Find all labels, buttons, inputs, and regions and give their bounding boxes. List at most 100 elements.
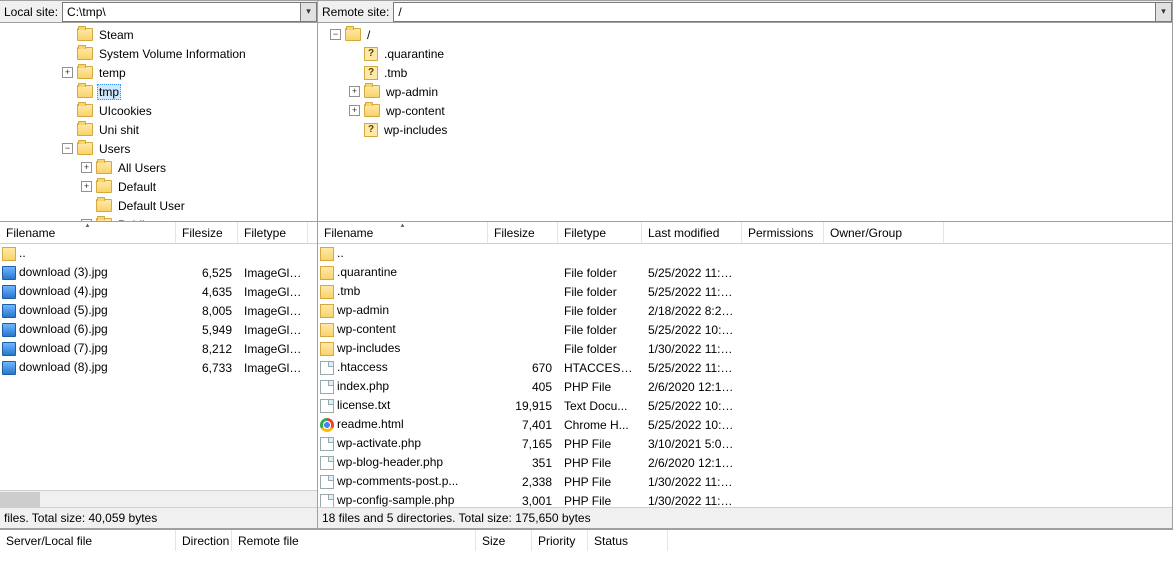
tree-item[interactable]: +All Users xyxy=(4,158,317,177)
list-item[interactable]: .quarantineFile folder5/25/2022 11:0... xyxy=(318,263,1172,282)
list-item[interactable]: download (3).jpg6,525ImageGlass xyxy=(0,263,317,282)
list-item[interactable]: .. xyxy=(0,244,317,263)
cell-type: PHP File xyxy=(558,437,642,451)
tree-item[interactable]: tmp xyxy=(4,82,317,101)
filename: wp-content xyxy=(337,322,396,336)
filename: wp-config-sample.php xyxy=(337,493,454,507)
expand-toggle[interactable]: + xyxy=(62,67,73,78)
tree-item[interactable]: +Default xyxy=(4,177,317,196)
list-item[interactable]: .htaccess670HTACCESS ...5/25/2022 11:2..… xyxy=(318,358,1172,377)
column-header[interactable]: Filetype xyxy=(558,222,642,243)
column-header[interactable]: Filename▴ xyxy=(0,222,176,243)
list-item[interactable]: wp-comments-post.p...2,338PHP File1/30/2… xyxy=(318,472,1172,491)
remote-path-combo[interactable]: ▾ xyxy=(393,2,1172,22)
list-item[interactable]: index.php405PHP File2/6/2020 12:18:... xyxy=(318,377,1172,396)
collapse-toggle[interactable]: − xyxy=(62,143,73,154)
list-item[interactable]: download (7).jpg8,212ImageGlass xyxy=(0,339,317,358)
chevron-down-icon: ▾ xyxy=(306,6,311,17)
remote-list: Filename▴FilesizeFiletypeLast modifiedPe… xyxy=(318,222,1173,528)
column-header[interactable]: Filename▴ xyxy=(318,222,488,243)
cell-type: HTACCESS ... xyxy=(558,361,642,375)
list-item[interactable]: wp-adminFile folder2/18/2022 8:26:... xyxy=(318,301,1172,320)
cell-type: PHP File xyxy=(558,475,642,489)
tree-item[interactable]: ?.tmb xyxy=(322,63,1172,82)
expand-toggle[interactable]: + xyxy=(349,86,360,97)
tree-item-label: temp xyxy=(97,66,128,80)
list-item[interactable]: wp-blog-header.php351PHP File2/6/2020 12… xyxy=(318,453,1172,472)
tree-item[interactable]: + temp xyxy=(4,63,317,82)
local-list-header[interactable]: Filename▴FilesizeFiletype xyxy=(0,222,317,244)
local-path-input[interactable] xyxy=(63,5,300,19)
expand-toggle[interactable]: + xyxy=(81,162,92,173)
column-header[interactable]: Priority xyxy=(532,530,588,551)
local-path-dropdown[interactable]: ▾ xyxy=(300,3,316,21)
collapse-toggle[interactable]: − xyxy=(330,29,341,40)
file-icon xyxy=(320,399,334,413)
cell-name: wp-activate.php xyxy=(318,436,488,451)
folder-icon xyxy=(96,161,112,174)
column-header[interactable]: Filesize xyxy=(176,222,238,243)
local-list-body[interactable]: ..download (3).jpg6,525ImageGlassdownloa… xyxy=(0,244,317,490)
tree-item[interactable]: Steam xyxy=(4,25,317,44)
column-header[interactable]: Size xyxy=(476,530,532,551)
column-header[interactable]: Direction xyxy=(176,530,232,551)
list-item[interactable]: wp-includesFile folder1/30/2022 11:2... xyxy=(318,339,1172,358)
remote-list-body[interactable]: ...quarantineFile folder5/25/2022 11:0..… xyxy=(318,244,1172,507)
remote-list-header[interactable]: Filename▴FilesizeFiletypeLast modifiedPe… xyxy=(318,222,1172,244)
local-path-combo[interactable]: ▾ xyxy=(62,2,317,22)
column-header[interactable]: Permissions xyxy=(742,222,824,243)
list-item[interactable]: download (6).jpg5,949ImageGlass xyxy=(0,320,317,339)
tree-item[interactable]: +wp-admin xyxy=(322,82,1172,101)
column-header[interactable]: Server/Local file xyxy=(0,530,176,551)
list-item[interactable]: download (4).jpg4,635ImageGlass xyxy=(0,282,317,301)
queue-header[interactable]: Server/Local fileDirectionRemote fileSiz… xyxy=(0,529,1173,551)
scrollbar-thumb[interactable] xyxy=(0,492,40,507)
tree-item[interactable]: +Public xyxy=(4,215,317,221)
tree-item-label: Public xyxy=(116,218,153,222)
list-item[interactable]: download (8).jpg6,733ImageGlass xyxy=(0,358,317,377)
remote-path-dropdown[interactable]: ▾ xyxy=(1155,3,1171,21)
list-item[interactable]: download (5).jpg8,005ImageGlass xyxy=(0,301,317,320)
local-hscroll[interactable] xyxy=(0,490,317,507)
column-header[interactable]: Status xyxy=(588,530,668,551)
tree-item[interactable]: −Users xyxy=(4,139,317,158)
expand-toggle[interactable]: + xyxy=(81,181,92,192)
list-item[interactable]: license.txt19,915Text Docu...5/25/2022 1… xyxy=(318,396,1172,415)
cell-type: PHP File xyxy=(558,380,642,394)
tree-item[interactable]: +wp-content xyxy=(322,101,1172,120)
file-icon xyxy=(320,380,334,394)
file-icon xyxy=(320,361,334,375)
cell-name: license.txt xyxy=(318,398,488,413)
column-header[interactable]: Owner/Group xyxy=(824,222,944,243)
remote-status-text: 18 files and 5 directories. Total size: … xyxy=(322,511,591,525)
list-item[interactable]: wp-contentFile folder5/25/2022 10:5... xyxy=(318,320,1172,339)
tree-item[interactable]: Uni shit xyxy=(4,120,317,139)
tree-item-label: Steam xyxy=(97,28,136,42)
column-header[interactable]: Filetype xyxy=(238,222,308,243)
tree-item[interactable]: System Volume Information xyxy=(4,44,317,63)
remote-path-input[interactable] xyxy=(394,5,1155,19)
tree-item[interactable]: −/ xyxy=(322,25,1172,44)
list-item[interactable]: .tmbFile folder5/25/2022 11:2... xyxy=(318,282,1172,301)
tree-item[interactable]: UIcookies xyxy=(4,101,317,120)
local-tree[interactable]: Steam System Volume Information + temp tmpUI… xyxy=(0,23,317,221)
list-item[interactable]: wp-activate.php7,165PHP File3/10/2021 5:… xyxy=(318,434,1172,453)
cell-mod: 3/10/2021 5:04:... xyxy=(642,437,742,451)
tree-item[interactable]: Default User xyxy=(4,196,317,215)
remote-tree[interactable]: −/?.quarantine?.tmb+wp-admin+wp-content?… xyxy=(318,23,1172,221)
tree-item[interactable]: ?.quarantine xyxy=(322,44,1172,63)
list-item[interactable]: readme.html7,401Chrome H...5/25/2022 10:… xyxy=(318,415,1172,434)
list-item[interactable]: .. xyxy=(318,244,1172,263)
cell-mod: 2/18/2022 8:26:... xyxy=(642,304,742,318)
expand-toggle[interactable]: + xyxy=(349,105,360,116)
column-header[interactable]: Last modified xyxy=(642,222,742,243)
toggle-placeholder xyxy=(62,29,73,40)
folder-icon xyxy=(96,199,112,212)
column-header[interactable]: Remote file xyxy=(232,530,476,551)
column-header[interactable]: Filesize xyxy=(488,222,558,243)
filetype: ImageGlass xyxy=(238,285,308,299)
tree-item[interactable]: ?wp-includes xyxy=(322,120,1172,139)
filename: download (3).jpg xyxy=(19,265,108,279)
list-item[interactable]: wp-config-sample.php3,001PHP File1/30/20… xyxy=(318,491,1172,507)
filesize: 6,525 xyxy=(176,266,238,280)
